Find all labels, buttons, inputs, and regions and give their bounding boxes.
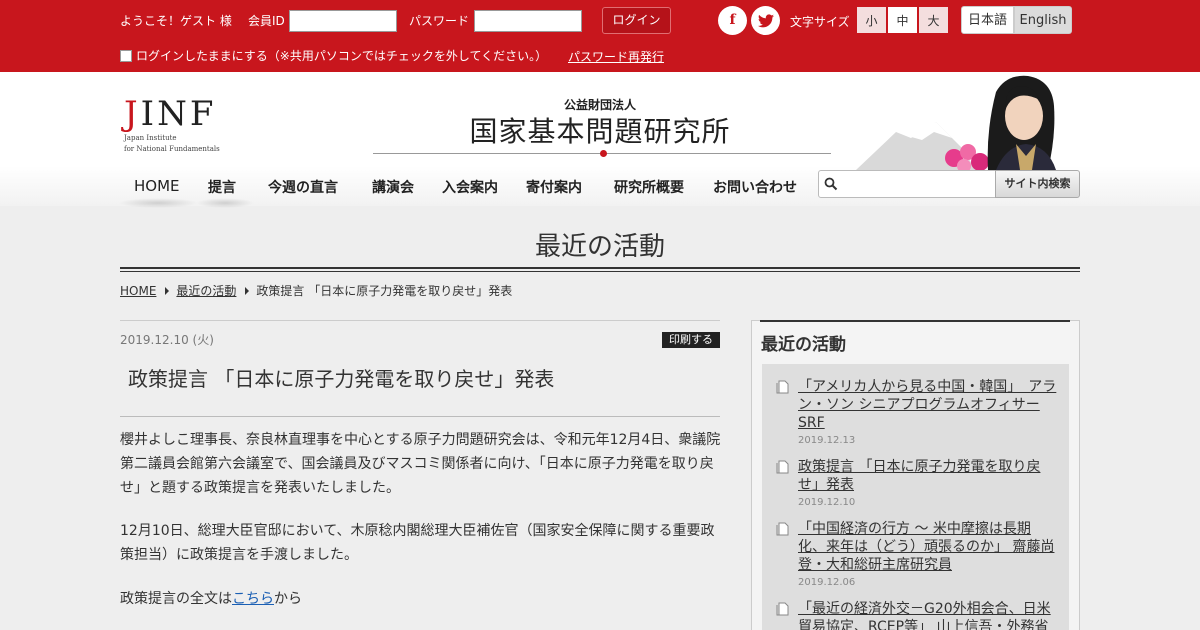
top-bar: ようこそ！ゲスト 様 会員ID パスワード ログイン f 文字サイズ 小 中 大…: [0, 0, 1200, 72]
nav-membership[interactable]: 入会案内: [442, 177, 498, 199]
keep-login-checkbox[interactable]: [120, 49, 132, 62]
sidebar-top-rule: [760, 320, 1070, 322]
password-label: パスワード: [409, 14, 470, 28]
sidebar-title: 最近の活動: [761, 335, 846, 355]
document-icon: [776, 460, 789, 474]
font-size-large-button[interactable]: 大: [918, 6, 949, 34]
article-paragraph: 櫻井よしこ理事長、奈良林直理事を中心とする原子力問題研究会は、令和元年12月4日…: [120, 432, 721, 496]
article-text: から: [274, 591, 302, 607]
keep-login-option[interactable]: ログインしたままにする（※共用パソコンではチェックを外してください。）: [120, 47, 547, 64]
member-id-input[interactable]: [289, 10, 397, 32]
article-text: 政策提言の全文は: [120, 591, 232, 607]
font-size-label: 文字サイズ: [790, 15, 850, 29]
nav-proposals-shadow: [196, 198, 254, 208]
password-reissue-link[interactable]: パスワード再発行: [568, 48, 664, 65]
sidebar-item-date: 2019.12.06: [798, 577, 856, 588]
keep-login-label: ログインしたままにする（※共用パソコンではチェックを外してください。）: [136, 49, 548, 63]
site-search-input[interactable]: [818, 170, 998, 198]
article-title-rule: [120, 416, 720, 417]
article-date: 2019.12.10 (火): [120, 333, 214, 347]
welcome-text: ようこそ！ゲスト 様: [120, 14, 232, 28]
article-top-rule: [120, 320, 720, 321]
sidebar-item-date: 2019.12.10: [798, 497, 856, 508]
sidebar-item-link[interactable]: 政策提言 「日本に原子力発電を取り戻せ」発表: [798, 458, 1058, 494]
nav-about[interactable]: 研究所概要: [614, 177, 684, 199]
print-button[interactable]: 印刷する: [662, 332, 720, 348]
breadcrumb-home[interactable]: HOME: [120, 284, 156, 298]
language-english-button[interactable]: English: [1014, 6, 1072, 34]
sidebar-item-link[interactable]: 「最近の経済外交－G20外相会合、日米貿易協定、RCEP等」 山上信吾・外務省: [798, 600, 1058, 630]
document-icon: [776, 602, 789, 616]
language-japanese-button[interactable]: 日本語: [961, 6, 1014, 34]
nav-weekly[interactable]: 今週の直言: [268, 177, 338, 199]
site-search-button[interactable]: サイト内検索: [995, 170, 1080, 198]
article-title: 政策提言 「日本に原子力発電を取り戻せ」発表: [128, 367, 555, 391]
org-divider-dot: [600, 150, 607, 157]
nav-proposals[interactable]: 提言: [208, 177, 236, 199]
title-rule-thin: [120, 271, 1080, 272]
nav-home-shadow: [118, 198, 198, 208]
member-id-label: 会員ID: [248, 14, 285, 28]
facebook-icon[interactable]: f: [718, 6, 747, 35]
sidebar-item-link[interactable]: 「アメリカ人から見る中国・韓国」 アラン・ソン シニアプログラムオフィサーSRF: [798, 378, 1058, 432]
nav-contact[interactable]: お問い合わせ: [713, 177, 797, 199]
twitter-icon[interactable]: [751, 6, 780, 35]
nav-home[interactable]: HOME: [134, 177, 180, 199]
password-input[interactable]: [474, 10, 582, 32]
breadcrumb: HOME 最近の活動 政策提言 「日本に原子力発電を取り戻せ」発表: [120, 282, 512, 299]
title-rule: [120, 267, 1080, 269]
sidebar-item-link[interactable]: 「中国経済の行方 ～ 米中摩擦は長期化、来年は（どう）頑張るのか」 齋藤尚登・大…: [798, 520, 1058, 574]
header-portrait-image: [856, 75, 1056, 170]
breadcrumb-arrow-icon: [245, 286, 250, 295]
page-title: 最近の活動: [534, 232, 665, 262]
breadcrumb-arrow-icon: [165, 286, 170, 295]
nav-lectures[interactable]: 講演会: [372, 177, 414, 199]
nav-donation[interactable]: 寄付案内: [526, 177, 582, 199]
font-size-small-button[interactable]: 小: [856, 6, 887, 34]
article-paragraph: 12月10日、総理大臣官邸において、木原稔内閣総理大臣補佐官（国家安全保障に関す…: [120, 523, 715, 563]
breadcrumb-section[interactable]: 最近の活動: [176, 282, 236, 299]
font-size-medium-button[interactable]: 中: [887, 6, 918, 34]
document-icon: [776, 380, 789, 394]
breadcrumb-current: 政策提言 「日本に原子力発電を取り戻せ」発表: [256, 284, 513, 298]
article-paragraph: 政策提言の全文はこちらから: [120, 587, 724, 611]
document-icon: [776, 522, 789, 536]
full-text-link[interactable]: こちら: [232, 591, 274, 607]
login-button[interactable]: ログイン: [602, 7, 671, 34]
search-icon: [824, 177, 838, 191]
sidebar-item-date: 2019.12.13: [798, 435, 856, 446]
